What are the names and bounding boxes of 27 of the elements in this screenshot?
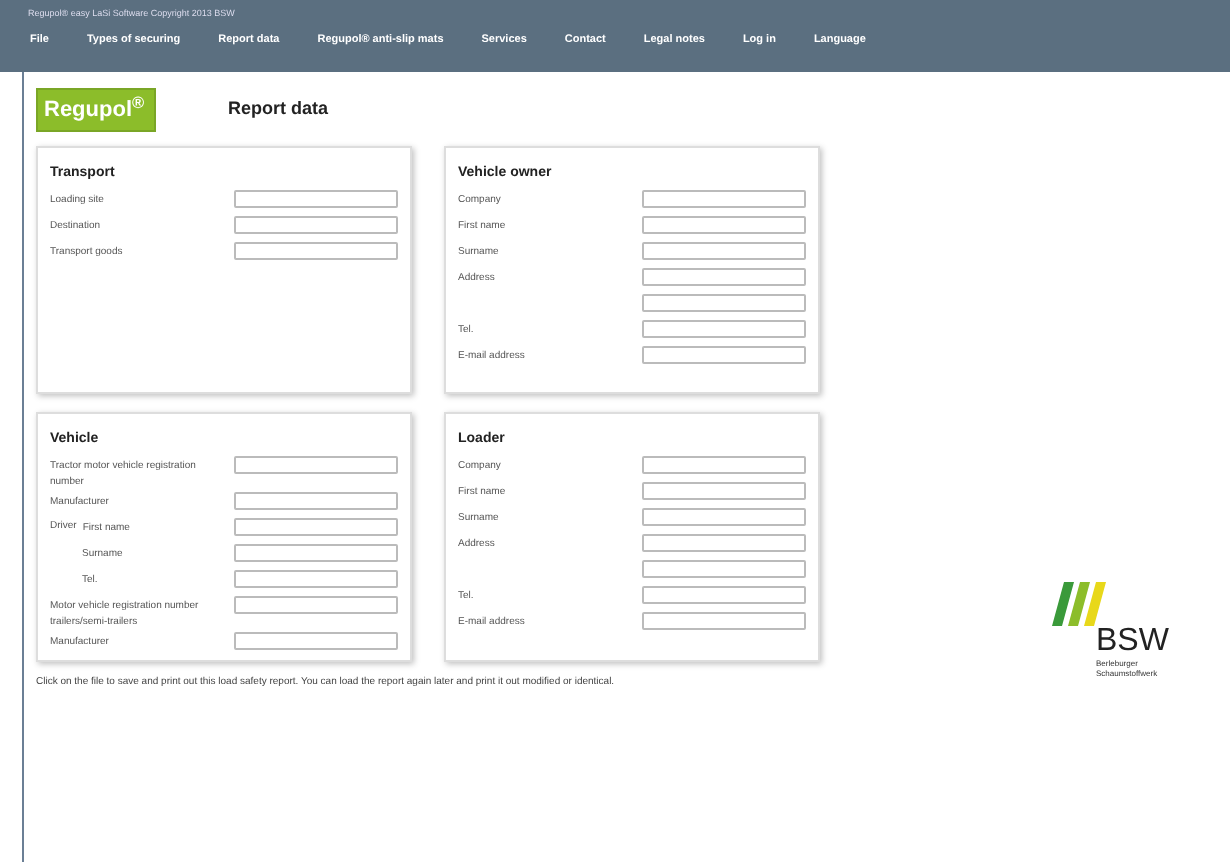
input-field[interactable] <box>642 293 806 311</box>
input-field[interactable] <box>642 267 806 285</box>
input-field[interactable] <box>642 345 806 363</box>
input-field[interactable] <box>642 585 806 603</box>
input-field[interactable] <box>642 559 806 577</box>
page-title: Report data <box>228 96 329 123</box>
input-field[interactable] <box>642 455 806 473</box>
input-field[interactable] <box>234 455 398 473</box>
input-field[interactable] <box>234 215 398 233</box>
input-field[interactable] <box>642 241 806 259</box>
input-field[interactable] <box>642 611 806 629</box>
input-field[interactable] <box>642 507 806 525</box>
input-field[interactable] <box>234 543 398 561</box>
input-field[interactable] <box>234 189 398 207</box>
input-field[interactable] <box>234 595 398 613</box>
input-field[interactable] <box>234 491 398 509</box>
input-field[interactable] <box>234 241 398 259</box>
input-field[interactable] <box>642 215 806 233</box>
input-field[interactable] <box>642 481 806 499</box>
brand-logo: Regupol$^{®}$ <box>36 88 156 132</box>
company-name: BSW <box>1096 626 1171 658</box>
input-field[interactable] <box>642 533 806 551</box>
input-field[interactable] <box>234 517 398 535</box>
input-field[interactable] <box>234 569 398 587</box>
input-field[interactable] <box>234 631 398 649</box>
input-field[interactable] <box>642 189 806 207</box>
input-field[interactable] <box>642 319 806 337</box>
